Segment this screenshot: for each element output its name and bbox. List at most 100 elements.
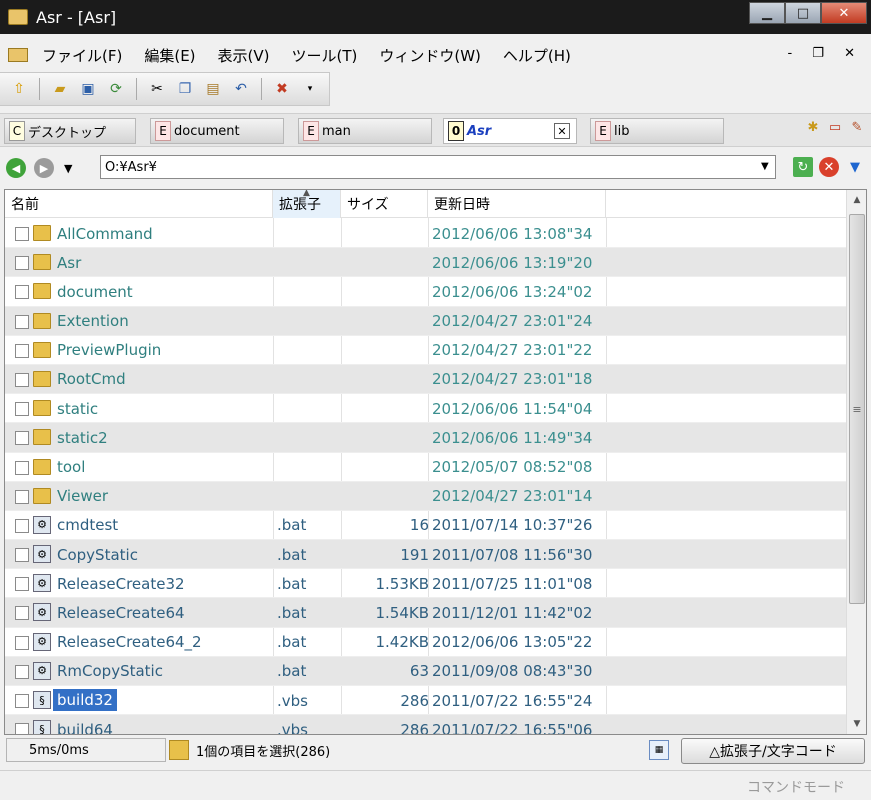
open-folder-icon[interactable]: ▰ — [49, 78, 71, 100]
file-name[interactable]: RootCmd — [57, 365, 126, 394]
new-tab-icon[interactable]: ✱ — [803, 117, 823, 137]
undo-icon[interactable]: ↶ — [230, 78, 252, 100]
mdi-controls[interactable]: ‑ ❐ ✕ — [787, 46, 863, 61]
file-name[interactable]: ReleaseCreate64_2 — [57, 628, 202, 657]
up-folder-icon[interactable]: ⇧ — [8, 78, 30, 100]
file-row[interactable]: tool 2012/05/07 08:52"08 — [5, 453, 847, 482]
tab-document[interactable]: E document — [150, 118, 284, 144]
row-checkbox[interactable] — [15, 431, 29, 446]
file-row[interactable]: ⚙ ReleaseCreate64_2 .bat 1.42KB 2012/06/06 1… — [5, 628, 847, 657]
row-checkbox[interactable] — [15, 460, 29, 475]
row-checkbox[interactable] — [15, 664, 29, 679]
menu-view[interactable]: 表示(V) — [218, 45, 270, 66]
row-checkbox[interactable] — [15, 227, 29, 241]
row-checkbox[interactable] — [15, 256, 29, 271]
file-name[interactable]: ReleaseCreate32 — [57, 569, 185, 598]
menu-window[interactable]: ウィンドウ(W) — [379, 45, 481, 66]
row-checkbox[interactable] — [15, 285, 29, 300]
filter-icon[interactable]: ▼ — [845, 157, 865, 177]
file-list[interactable]: 名前 ▲ 拡張子 サイズ 更新日時 AllCommand 2012/06/06 1… — [4, 189, 867, 735]
cut-icon[interactable]: ✂ — [146, 78, 168, 100]
menu-edit[interactable]: 編集(E) — [144, 45, 195, 66]
toolbar-overflow-icon[interactable]: ▾ — [299, 78, 321, 100]
row-checkbox[interactable] — [15, 343, 29, 358]
file-row[interactable]: ⚙ RmCopyStatic .bat 63 2011/09/08 08:43"30 — [5, 656, 847, 686]
file-row[interactable]: Asr 2012/06/06 13:19"20 — [5, 248, 847, 278]
file-name[interactable]: static2 — [57, 423, 108, 452]
row-checkbox[interactable] — [15, 402, 29, 417]
file-name[interactable]: tool — [57, 453, 85, 482]
path-dropdown-icon[interactable]: ▼ — [761, 161, 769, 172]
row-checkbox[interactable] — [15, 372, 29, 387]
stop-icon[interactable]: ✕ — [819, 157, 839, 177]
row-checkbox[interactable] — [15, 694, 29, 708]
row-checkbox[interactable] — [15, 489, 29, 504]
close-button[interactable]: ✕ — [821, 2, 867, 24]
file-row[interactable]: ⚙ cmdtest .bat 16 2011/07/14 10:37"26 — [5, 511, 847, 541]
vertical-scrollbar[interactable]: ▲ ≡ ▼ — [846, 190, 866, 734]
file-name[interactable]: Asr — [57, 248, 81, 277]
file-row[interactable]: § build32 .vbs 286 2011/07/22 16:55"24 — [5, 686, 847, 716]
scroll-thumb[interactable]: ≡ — [849, 214, 865, 604]
file-name[interactable]: ReleaseCreate64 — [57, 598, 185, 627]
file-row[interactable]: ⚙ ReleaseCreate64 .bat 1.54KB 2011/12/01 11:… — [5, 598, 847, 628]
file-row[interactable]: PreviewPlugin 2012/04/27 23:01"22 — [5, 336, 847, 365]
file-name[interactable]: build64 — [57, 715, 113, 734]
file-row[interactable]: § build64 .vbs 286 2011/07/22 16:55"06 — [5, 715, 847, 734]
file-row[interactable]: document 2012/06/06 13:24"02 — [5, 277, 847, 307]
file-row[interactable]: ⚙ CopyStatic .bat 191 2011/07/08 11:56"30 — [5, 540, 847, 570]
file-row[interactable]: AllCommand 2012/06/06 13:08"34 — [5, 219, 847, 249]
paste-icon[interactable]: ▤ — [202, 78, 224, 100]
sync-icon[interactable]: ⟳ — [105, 78, 127, 100]
column-header-date[interactable]: 更新日時 — [428, 190, 606, 218]
file-row[interactable]: Viewer 2012/04/27 23:01"14 — [5, 481, 847, 511]
file-name[interactable]: Extention — [57, 307, 129, 336]
row-checkbox[interactable] — [15, 635, 29, 650]
tab-close-button[interactable]: ✕ — [554, 123, 570, 139]
forward-button[interactable]: ▶ — [34, 158, 54, 178]
file-name[interactable]: AllCommand — [57, 219, 153, 248]
minimize-button[interactable]: ▁ — [749, 2, 785, 24]
file-name[interactable]: CopyStatic — [57, 540, 138, 569]
file-name[interactable]: static — [57, 394, 98, 423]
view-icon[interactable]: ▣ — [77, 78, 99, 100]
extension-encoding-button[interactable]: △拡張子/文字コード — [681, 738, 865, 764]
file-name[interactable]: cmdtest — [57, 511, 118, 540]
copy-icon[interactable]: ❐ — [174, 78, 196, 100]
delete-icon[interactable]: ✖ — [271, 78, 293, 100]
row-checkbox[interactable] — [15, 548, 29, 563]
column-header-ext[interactable]: ▲ 拡張子 — [273, 190, 341, 218]
back-button[interactable]: ◀ — [6, 158, 26, 178]
menu-file[interactable]: ファイル(F) — [42, 45, 122, 66]
file-name[interactable]: Viewer — [57, 482, 108, 511]
column-header-size[interactable]: サイズ — [341, 190, 428, 218]
scroll-down-icon[interactable]: ▼ — [847, 714, 866, 734]
history-dropdown-icon[interactable]: ▼ — [64, 162, 72, 175]
column-header-name[interactable]: 名前 — [5, 190, 273, 218]
row-checkbox[interactable] — [15, 723, 29, 734]
file-name[interactable]: RmCopyStatic — [57, 657, 163, 686]
menu-tools[interactable]: ツール(T) — [292, 45, 358, 66]
tab-list-icon[interactable]: ▭ — [825, 117, 845, 137]
file-name[interactable]: PreviewPlugin — [57, 336, 161, 365]
tab-lib[interactable]: E lib — [590, 118, 724, 144]
row-checkbox[interactable] — [15, 606, 29, 621]
file-row[interactable]: Extention 2012/04/27 23:01"24 — [5, 306, 847, 336]
menu-help[interactable]: ヘルプ(H) — [503, 45, 571, 66]
tab-asr[interactable]: 0 Asr ✕ — [443, 118, 577, 144]
file-name[interactable]: build32 — [53, 689, 117, 711]
file-row[interactable]: ⚙ ReleaseCreate32 .bat 1.53KB 2011/07/25 11:… — [5, 569, 847, 599]
path-input[interactable]: O:¥Asr¥ — [100, 155, 776, 179]
calendar-icon[interactable]: ▦ — [649, 740, 669, 760]
file-name[interactable]: document — [57, 277, 133, 306]
scroll-up-icon[interactable]: ▲ — [847, 190, 866, 210]
settings-wrench-icon[interactable]: ✎ — [847, 117, 867, 137]
file-row[interactable]: static 2012/06/06 11:54"04 — [5, 394, 847, 424]
row-checkbox[interactable] — [15, 577, 29, 592]
refresh-icon[interactable]: ↻ — [793, 157, 813, 177]
tab-man[interactable]: E man — [298, 118, 432, 144]
tab-desktop[interactable]: C デスクトップ — [4, 118, 136, 144]
maximize-button[interactable]: □ — [785, 2, 821, 24]
file-row[interactable]: RootCmd 2012/04/27 23:01"18 — [5, 364, 847, 395]
row-checkbox[interactable] — [15, 518, 29, 533]
